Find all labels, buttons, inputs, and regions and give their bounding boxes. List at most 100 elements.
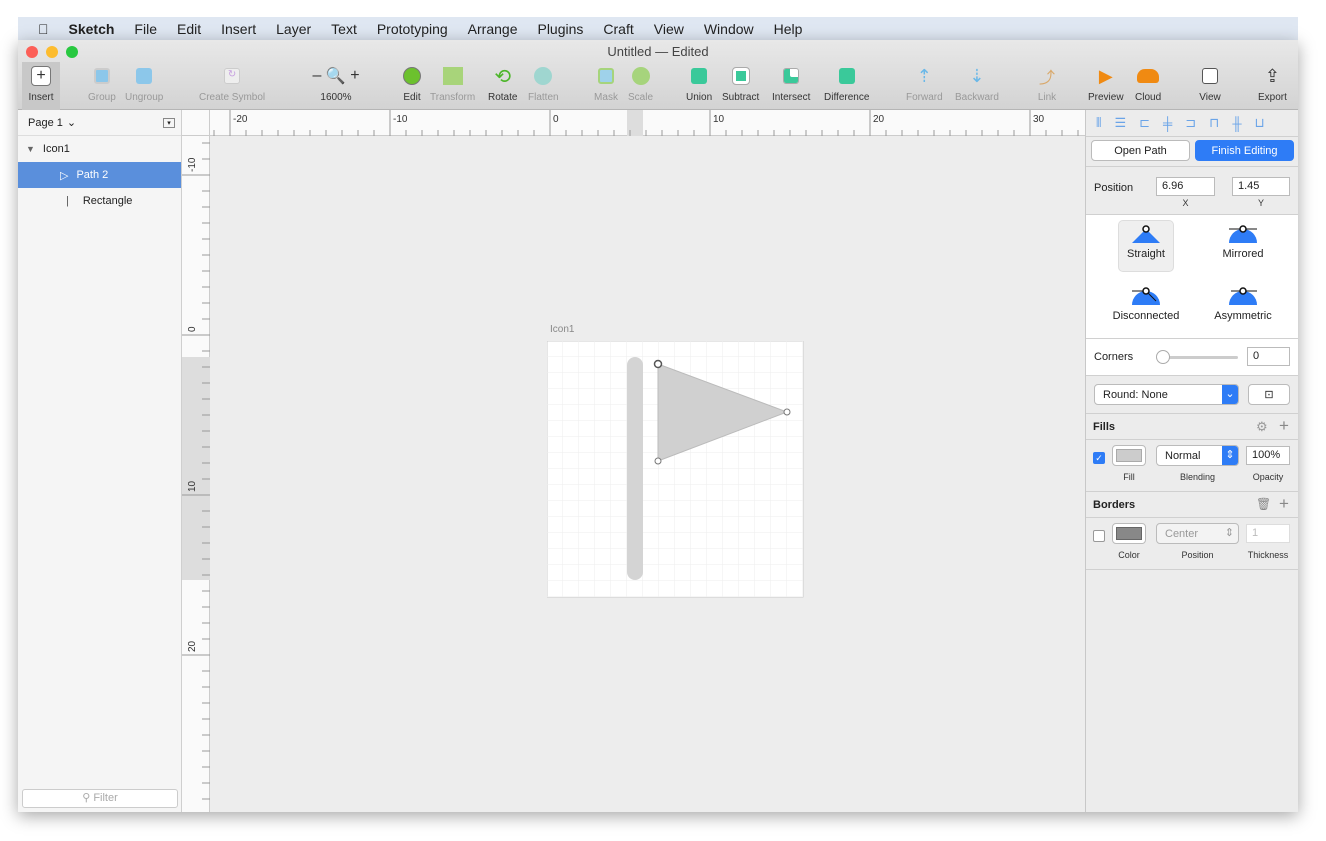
add-border-icon[interactable]: +	[1279, 494, 1289, 514]
backward-button[interactable]: ⇣ Backward	[955, 64, 999, 104]
point-disconnected-button[interactable]: Disconnected	[1106, 283, 1186, 322]
border-position-select[interactable]: Center ⇕	[1156, 523, 1239, 544]
insert-button[interactable]: + Insert	[22, 62, 60, 110]
menu-insert[interactable]: Insert	[221, 21, 256, 37]
align-middle-icon[interactable]: ╫	[1232, 116, 1241, 131]
anchor-point-selected[interactable]	[653, 359, 663, 369]
subtract-button[interactable]: Subtract	[722, 64, 759, 103]
menu-view[interactable]: View	[654, 21, 684, 37]
export-button[interactable]: ⇪ Export	[1258, 64, 1287, 104]
menu-sketch[interactable]: Sketch	[69, 21, 115, 37]
cloud-label: Cloud	[1135, 92, 1162, 103]
point-mirrored-button[interactable]: Mirrored	[1213, 221, 1273, 260]
artboard-title[interactable]: Icon1	[550, 324, 574, 335]
opacity-input[interactable]: 100%	[1246, 446, 1290, 465]
menu-layer[interactable]: Layer	[276, 21, 311, 37]
group-button[interactable]: Group	[88, 64, 116, 103]
canvas[interactable]: Icon1	[210, 136, 1085, 812]
menu-edit[interactable]: Edit	[177, 21, 201, 37]
border-checkbox[interactable]	[1093, 530, 1105, 542]
page-selector[interactable]: Page 1 ⌄ ▾	[18, 110, 181, 136]
round-to-pixel-button[interactable]: ⊡	[1248, 384, 1290, 405]
cloud-button[interactable]: Cloud	[1135, 64, 1161, 103]
open-path-button[interactable]: Open Path	[1091, 140, 1190, 161]
create-symbol-button[interactable]: ↻ Create Symbol	[199, 64, 265, 103]
layer-rectangle[interactable]: | Rectangle	[18, 188, 181, 214]
difference-button[interactable]: Difference	[824, 64, 869, 103]
menu-craft[interactable]: Craft	[603, 21, 633, 37]
align-right-icon[interactable]: ⊐	[1185, 115, 1196, 131]
distribute-vertical-icon[interactable]: ☰	[1114, 115, 1126, 131]
menu-help[interactable]: Help	[774, 21, 803, 37]
align-bottom-icon[interactable]: ⊔	[1255, 115, 1265, 131]
edit-label: Edit	[403, 92, 421, 103]
anchor-point[interactable]	[654, 457, 662, 465]
menu-plugins[interactable]: Plugins	[537, 21, 583, 37]
fill-color-well[interactable]	[1112, 445, 1146, 466]
x-input[interactable]: 6.96	[1156, 177, 1215, 196]
menu-arrange[interactable]: Arrange	[468, 21, 518, 37]
artboard[interactable]	[547, 341, 805, 599]
corners-slider[interactable]	[1158, 356, 1238, 359]
finish-editing-button[interactable]: Finish Editing	[1195, 140, 1294, 161]
rotate-button[interactable]: ⟲ Rotate	[488, 64, 517, 104]
border-color-well[interactable]	[1112, 523, 1146, 544]
difference-label: Difference	[824, 92, 870, 103]
disclosure-triangle-icon[interactable]: ▼	[26, 144, 35, 154]
scale-button[interactable]: Scale	[628, 64, 653, 103]
ruler-corner	[182, 110, 210, 136]
apple-icon[interactable]: 	[38, 21, 49, 37]
corners-section: Corners 0	[1086, 339, 1298, 376]
ungroup-button[interactable]: Ungroup	[125, 64, 163, 103]
transform-button[interactable]: Transform	[430, 64, 475, 103]
menu-text[interactable]: Text	[331, 21, 357, 37]
intersect-button[interactable]: Intersect	[772, 64, 810, 103]
layer-path-2[interactable]: ▷ Path 2	[18, 162, 181, 188]
menu-window[interactable]: Window	[704, 21, 754, 37]
view-button[interactable]: View	[1198, 64, 1222, 103]
rectangle-shape[interactable]	[627, 357, 643, 580]
blending-select[interactable]: Normal ⇕	[1156, 445, 1239, 466]
fill-checkbox[interactable]: ✓	[1093, 452, 1105, 464]
anchor-point[interactable]	[783, 408, 791, 416]
ruler-label: 20	[187, 640, 198, 652]
collapse-pages-icon[interactable]: ▾	[163, 117, 175, 128]
zoom-control[interactable]: – 🔍 + 1600%	[308, 64, 364, 103]
trash-icon[interactable]: 🗑	[1256, 497, 1271, 511]
point-straight-button[interactable]: Straight	[1118, 220, 1174, 272]
distribute-horizontal-icon[interactable]: ⫴	[1096, 115, 1101, 131]
inspector-panel: ⫴ ☰ ⊏ ╪ ⊐ ⊓ ╫ ⊔ Open Path Finish Editing Positi…	[1085, 110, 1298, 812]
union-button[interactable]: Union	[686, 64, 712, 103]
gear-icon[interactable]: ⚙	[1256, 419, 1268, 435]
vertical-ruler[interactable]: -10 0 10 20	[182, 136, 210, 816]
mask-button[interactable]: Mask	[594, 64, 618, 103]
point-asymmetric-button[interactable]: Asymmetric	[1203, 283, 1283, 322]
link-button[interactable]: ⤴ Link	[1035, 64, 1059, 103]
border-swatch	[1116, 527, 1142, 540]
y-input[interactable]: 1.45	[1232, 177, 1290, 196]
layer-artboard[interactable]: ▼ Icon1	[18, 136, 181, 162]
zoom-out[interactable]: –	[312, 67, 321, 85]
forward-button[interactable]: ⇡ Forward	[906, 64, 943, 104]
scale-label: Scale	[628, 92, 654, 103]
plus-icon: +	[29, 64, 53, 88]
round-select[interactable]: Round: None ⌄	[1094, 384, 1239, 405]
align-left-icon[interactable]: ⊏	[1139, 115, 1150, 131]
align-top-icon[interactable]: ⊓	[1209, 115, 1219, 131]
preview-button[interactable]: ▶ Preview	[1088, 64, 1124, 104]
add-fill-icon[interactable]: +	[1279, 416, 1289, 436]
flatten-button[interactable]: Flatten	[528, 64, 559, 103]
menu-prototyping[interactable]: Prototyping	[377, 21, 448, 37]
horizontal-ruler[interactable]: -20 -10 0 10 20 30	[197, 110, 1085, 136]
corners-input[interactable]: 0	[1247, 347, 1290, 366]
y-label: Y	[1257, 198, 1264, 208]
edit-button[interactable]: Edit	[400, 64, 424, 103]
menu-file[interactable]: File	[134, 21, 157, 37]
zoom-in[interactable]: +	[350, 67, 359, 85]
forward-icon: ⇡	[916, 65, 932, 86]
align-center-icon[interactable]: ╪	[1163, 116, 1172, 131]
thickness-input[interactable]: 1	[1246, 524, 1290, 543]
borders-header: Borders 🗑 +	[1086, 492, 1298, 518]
filter-input[interactable]: ⚲ Filter	[22, 789, 178, 808]
corners-slider-thumb[interactable]	[1156, 350, 1170, 364]
